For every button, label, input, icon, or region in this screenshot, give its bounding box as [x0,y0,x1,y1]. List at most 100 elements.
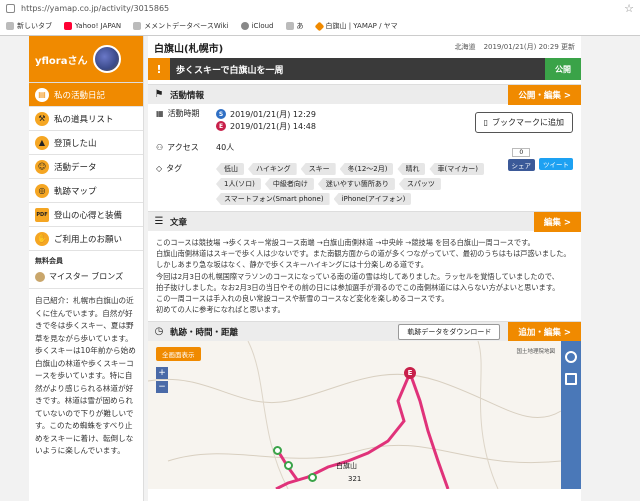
start-icon: S [216,109,226,119]
map-icon: ◎ [35,183,49,198]
image-icon[interactable] [565,373,577,386]
end-icon: E [216,121,226,131]
download-track-button[interactable]: 軌跡データをダウンロード [398,323,501,340]
edit-button[interactable]: 編集 > [533,211,581,232]
tag-list: 低山 ハイキング スキー 冬(12〜2月) 晴れ 車(マイカー) 1人(ソロ) … [216,163,491,205]
bookmark-a[interactable]: あ [285,21,304,31]
flag-icon: ⚑ [154,89,164,100]
tag[interactable]: 低山 [216,163,244,175]
list-icon: ☰ [154,216,164,227]
person-icon: ⚇ [156,143,164,152]
sidebar-item-summits[interactable]: ▲ 登頂した山 [29,131,143,155]
section-title: 活動情報 [170,90,205,101]
pdf-icon: PDF [35,207,49,222]
tool-icon: ⚒ [35,111,49,126]
grid-icon [6,22,14,30]
member-type: 無料会員 [35,257,63,265]
bookmark-icloud[interactable]: iCloud [240,22,274,30]
sidebar-item-tools[interactable]: ⚒ 私の道具リスト [29,107,143,131]
sidebar: yfloraさん ▤ 私の活動日記 ⚒ 私の道具リスト ▲ 登頂した山 ☺ 活動データ … [29,36,144,501]
tag[interactable]: 1人(ソロ) [216,178,261,190]
bookmarks-bar: 新しいタブ Yahoo! JAPAN メメントデータベースWiki iCloud… [0,17,640,35]
main-content: 白旗山(札幌市) 北海道 2019/01/21(月) 20:29 更新 ! 歩くス… [148,36,581,501]
region: 北海道 [454,43,476,51]
info-icon [6,4,15,13]
url-text[interactable]: https://yamap.co.jp/activity/3015865 [21,4,624,13]
section-title: 文章 [170,217,188,228]
refresh-icon[interactable] [565,351,577,364]
share-count: 0 [512,148,531,157]
clock-icon: ◷ [154,326,164,338]
sidebar-item-guide[interactable]: PDF 登山の心得と装備 [29,203,143,227]
bookmark-yahoo[interactable]: Yahoo! JAPAN [64,22,121,30]
zoom-controls: + − [156,367,168,395]
end-time: E 2019/01/21(月) 14:48 [216,120,316,132]
tag[interactable]: 車(マイカー) [429,163,484,175]
track-header: ◷ 軌跡・時間・距離 軌跡データをダウンロード 追加・編集 > [148,321,581,342]
mountain-header: 白旗山(札幌市) 北海道 2019/01/21(月) 20:29 更新 [148,36,581,58]
activity-info-header: ⚑ 活動情報 公開・編集 > [148,84,581,105]
browser-chrome: https://yamap.co.jp/activity/3015865 ☆ 新… [0,0,640,36]
bookmark-yamap[interactable]: 白旗山 | YAMAP / ヤマ [314,21,398,31]
publish-edit-button[interactable]: 公開・編集 > [508,84,581,105]
bookmark-memento[interactable]: メメントデータベースWiki [133,21,229,31]
add-edit-button[interactable]: 追加・編集 > [508,321,581,342]
yamap-icon [314,21,324,31]
bookmark-new-tab[interactable]: 新しいタブ [6,21,52,31]
page: yfloraさん ▤ 私の活動日記 ⚒ 私の道具リスト ▲ 登頂した山 ☺ 活動データ … [29,36,581,501]
hand-icon: ✋ [35,231,49,246]
avatar[interactable] [93,45,122,73]
tag[interactable]: ハイキング [248,163,297,175]
fullscreen-button[interactable]: 全画面表示 [156,347,201,362]
map-canvas [148,341,562,490]
zoom-out-button[interactable]: − [156,381,168,394]
tag[interactable]: スパッツ [398,178,441,190]
bookmark-button[interactable]: ▯ ブックマークに追加 [474,112,573,133]
tag[interactable]: 中級者向け [264,178,314,190]
data-icon: ☺ [35,159,49,174]
tag[interactable]: 冬(12〜2月) [339,163,394,175]
yahoo-icon [64,22,72,30]
tag[interactable]: スマートフォン(Smart phone) [216,193,330,205]
mountain-icon: ▲ [35,135,49,150]
section-title: 軌跡・時間・距離 [170,327,239,338]
tag-icon: ◇ [156,164,163,173]
activity-title-bar: ! 歩くスキーで白旗山を一周 公開 [148,58,581,80]
map-credit: 国土地理院地図 [516,349,555,356]
updated-time: 2019/01/21(月) 20:29 更新 [483,43,575,51]
sidebar-menu: ▤ 私の活動日記 ⚒ 私の道具リスト ▲ 登頂した山 ☺ 活動データ ◎ 軌跡マップ PD… [29,82,143,251]
sidebar-item-rules[interactable]: ✋ ご利用上のお願い [29,227,143,251]
sidebar-item-track-map[interactable]: ◎ 軌跡マップ [29,179,143,203]
self-introduction: 自己紹介：札幌市白旗山の近くに住んでいます。自然が好きで冬は歩くスキー、夏は野草… [35,296,136,455]
access-count: 40人 [216,143,235,152]
star-icon[interactable]: ☆ [624,2,634,15]
tweet-button[interactable]: ツイート [539,158,573,170]
start-time: S 2019/01/21(月) 12:29 [216,108,316,120]
tag[interactable]: 晴れ [397,163,426,175]
track-map[interactable]: E 全画面表示 + − 国土地理院地図 白旗山 321 [148,341,581,490]
medal-icon [35,271,45,282]
sidebar-item-diary[interactable]: ▤ 私の活動日記 [29,83,143,107]
map-tool-strip [561,341,581,490]
activity-title: 歩くスキーで白旗山を一周 [176,65,284,76]
user-header[interactable]: yfloraさん [29,36,143,82]
calendar-icon: ▦ [156,109,164,118]
username[interactable]: yfloraさん [35,52,87,67]
tag[interactable]: スキー [300,163,336,175]
page-icon [133,22,142,30]
article-text: このコースは競技場 →歩くスキー常設コース南端 →白旗山南側林道 →中央峠 →競… [156,238,571,315]
zoom-in-button[interactable]: + [156,367,168,380]
tag[interactable]: iPhone(アイフォン) [333,193,412,205]
warning-icon: ! [148,58,170,80]
address-bar[interactable]: https://yamap.co.jp/activity/3015865 ☆ [0,0,640,17]
place-name: 白旗山 [336,462,357,471]
facebook-share-button[interactable]: シェア [507,159,535,171]
apple-icon [240,22,249,30]
social-buttons: 0 シェア ツイート [507,148,573,171]
tag[interactable]: 迷いやすい箇所あり [317,178,395,190]
sidebar-item-data[interactable]: ☺ 活動データ [29,155,143,179]
rank: マイスター ブロンズ [29,268,143,289]
mountain-name[interactable]: 白旗山(札幌市) [154,40,447,55]
page-icon [285,22,294,30]
bookmark-icon: ▯ [483,118,488,127]
